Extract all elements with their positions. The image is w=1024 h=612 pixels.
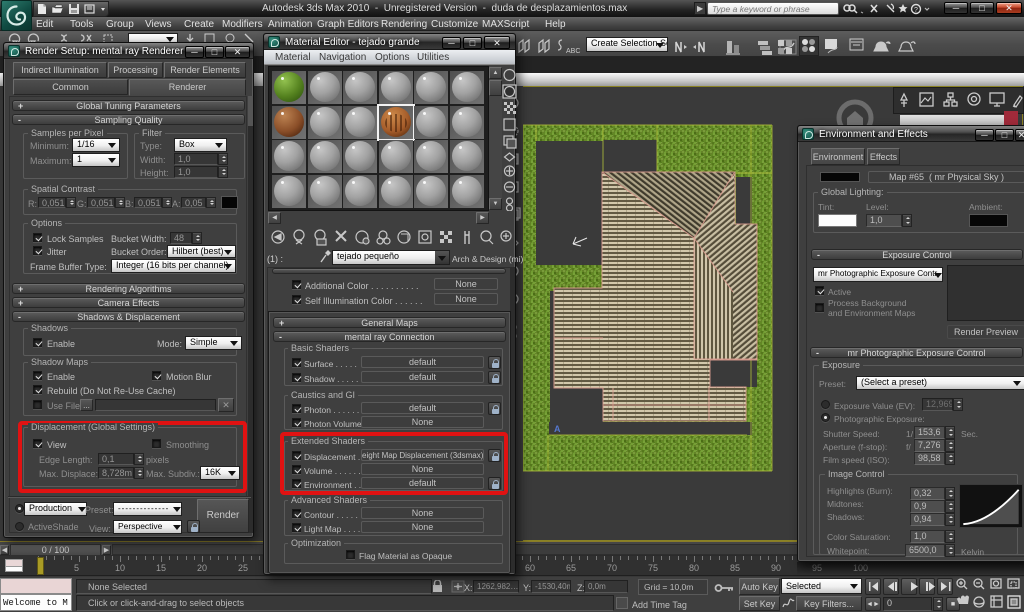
svg-text:ABC: ABC [566, 48, 580, 55]
svg-text:A: A [554, 424, 561, 434]
svg-text:?: ? [914, 7, 918, 14]
